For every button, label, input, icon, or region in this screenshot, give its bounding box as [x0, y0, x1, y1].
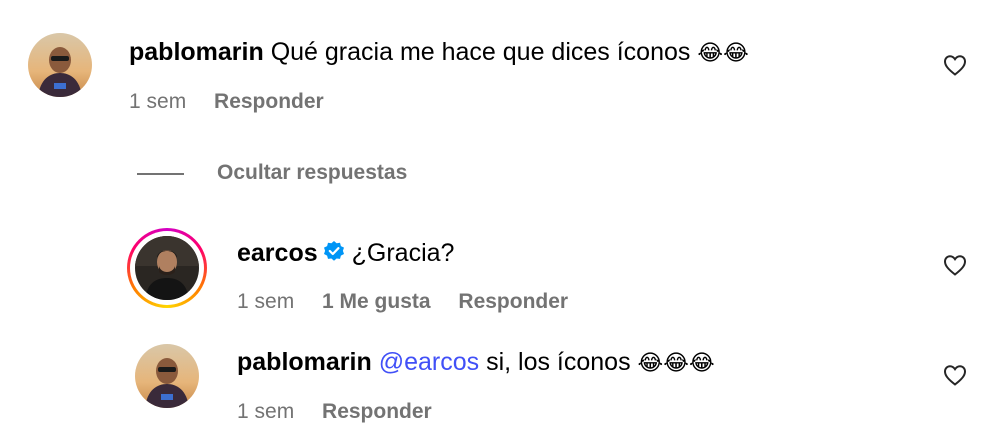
likes-count[interactable]: 1 Me gusta [322, 290, 431, 313]
avatar[interactable] [135, 236, 199, 300]
mention-link[interactable]: @earcos [379, 348, 479, 376]
emoji: 😂😂 [697, 41, 749, 66]
user-photo-icon [28, 33, 92, 97]
username[interactable]: earcos [237, 239, 318, 267]
divider [137, 173, 184, 175]
comment-body: si, los íconos [486, 348, 631, 376]
timestamp[interactable]: 1 sem [129, 90, 186, 113]
emoji: 😂😂😂 [637, 351, 715, 376]
hide-replies-button[interactable]: Ocultar respuestas [217, 160, 407, 186]
timestamp[interactable]: 1 sem [237, 400, 294, 423]
verified-badge-icon [323, 241, 344, 261]
comment-meta: 1 sem Responder [129, 89, 346, 115]
user-photo-icon [135, 236, 199, 300]
heart-icon[interactable] [943, 254, 967, 276]
comment-text: pablomarin @earcos si, los íconos 😂😂😂 [237, 347, 715, 379]
comment-meta: 1 sem 1 Me gusta Responder [237, 289, 590, 315]
reply-button[interactable]: Responder [458, 290, 568, 313]
comment-text: earcos ¿Gracia? [237, 238, 454, 268]
timestamp[interactable]: 1 sem [237, 290, 294, 313]
reply-button[interactable]: Responder [322, 400, 432, 423]
username[interactable]: pablomarin [129, 38, 264, 66]
reply-button[interactable]: Responder [214, 90, 324, 113]
comment-body: Qué gracia me hace que dices íconos [270, 38, 691, 66]
avatar[interactable] [28, 33, 92, 97]
comment-text: pablomarin Qué gracia me hace que dices … [129, 37, 749, 69]
heart-icon[interactable] [943, 54, 967, 76]
user-photo-icon [135, 344, 199, 408]
heart-icon[interactable] [943, 364, 967, 386]
comment-meta: 1 sem Responder [237, 399, 454, 425]
avatar[interactable] [135, 344, 199, 408]
comment-body: ¿Gracia? [351, 239, 455, 267]
username[interactable]: pablomarin [237, 348, 372, 376]
